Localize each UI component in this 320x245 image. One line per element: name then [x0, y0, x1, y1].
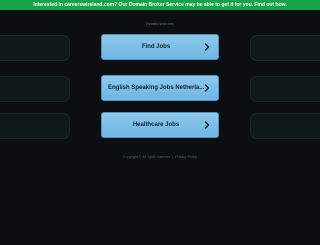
chevron-right-icon	[204, 43, 210, 51]
domain-broker-banner[interactable]: Interested in careerswireland.com? Our D…	[0, 0, 320, 10]
footer-separator: |	[172, 155, 174, 159]
related-link-label: Healthcare Jobs	[132, 122, 180, 128]
related-link-healthcare-jobs[interactable]: Healthcare Jobs	[101, 112, 219, 138]
related-link-find-jobs[interactable]: Find Jobs	[101, 34, 219, 60]
related-link-english-speaking-jobs[interactable]: English Speaking Jobs Netherla...	[101, 75, 219, 101]
privacy-policy-link[interactable]: Privacy Policy	[175, 155, 197, 159]
decorative-shape	[0, 113, 70, 139]
chevron-right-icon	[204, 121, 210, 129]
footer: Copyright © All rights reserved | Privac…	[0, 155, 320, 159]
related-link-label: Find Jobs	[141, 44, 171, 50]
related-searches-label: Related searches	[146, 22, 174, 26]
decorative-shape	[250, 35, 320, 61]
decorative-shape	[0, 35, 70, 61]
related-link-label: English Speaking Jobs Netherla...	[108, 85, 204, 91]
copyright-text: Copyright © All rights reserved	[122, 155, 171, 159]
chevron-right-icon	[204, 84, 210, 92]
banner-text[interactable]: Interested in careerswireland.com? Our D…	[33, 0, 286, 10]
decorative-shape	[250, 76, 320, 102]
decorative-shape	[250, 113, 320, 139]
decorative-shape	[0, 76, 70, 102]
